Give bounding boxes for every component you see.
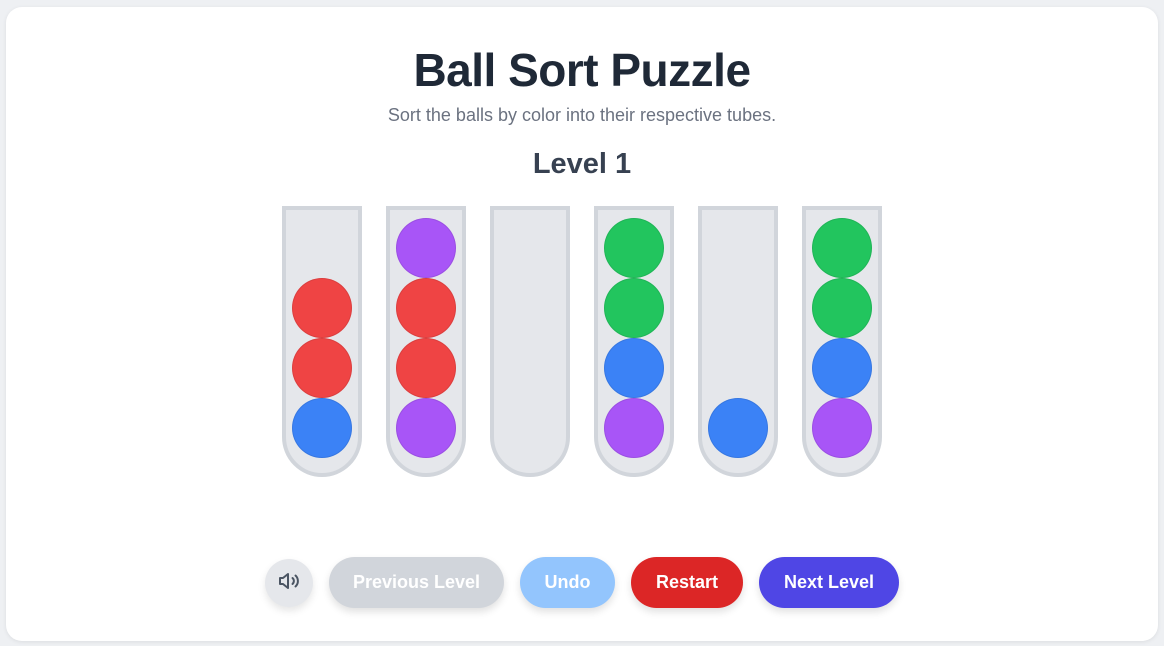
tube-4[interactable] [594,206,674,477]
ball-green [604,278,664,338]
undo-button[interactable]: Undo [520,557,615,608]
ball-purple [604,398,664,458]
previous-level-button[interactable]: Previous Level [329,557,504,608]
page-subtitle: Sort the balls by color into their respe… [387,105,777,125]
ball-blue [708,398,768,458]
ball-red [396,278,456,338]
level-label: Level 1 [532,148,632,180]
next-level-button[interactable]: Next Level [759,557,899,608]
ball-blue [604,338,664,398]
ball-purple [812,398,872,458]
tube-3[interactable] [490,206,570,477]
tube-6[interactable] [802,206,882,477]
tube-1[interactable] [282,206,362,477]
ball-blue [812,338,872,398]
controls-bar: Previous Level Undo Restart Next Level [0,557,1164,608]
ball-purple [396,218,456,278]
ball-green [812,218,872,278]
restart-button[interactable]: Restart [631,557,743,608]
ball-blue [292,398,352,458]
ball-red [292,338,352,398]
ball-green [812,278,872,338]
ball-red [396,338,456,398]
ball-green [604,218,664,278]
tube-5[interactable] [698,206,778,477]
page-title: Ball Sort Puzzle [413,44,751,96]
ball-purple [396,398,456,458]
tube-2[interactable] [386,206,466,477]
ball-red [292,278,352,338]
game-card: Ball Sort Puzzle Sort the balls by color… [6,7,1158,641]
